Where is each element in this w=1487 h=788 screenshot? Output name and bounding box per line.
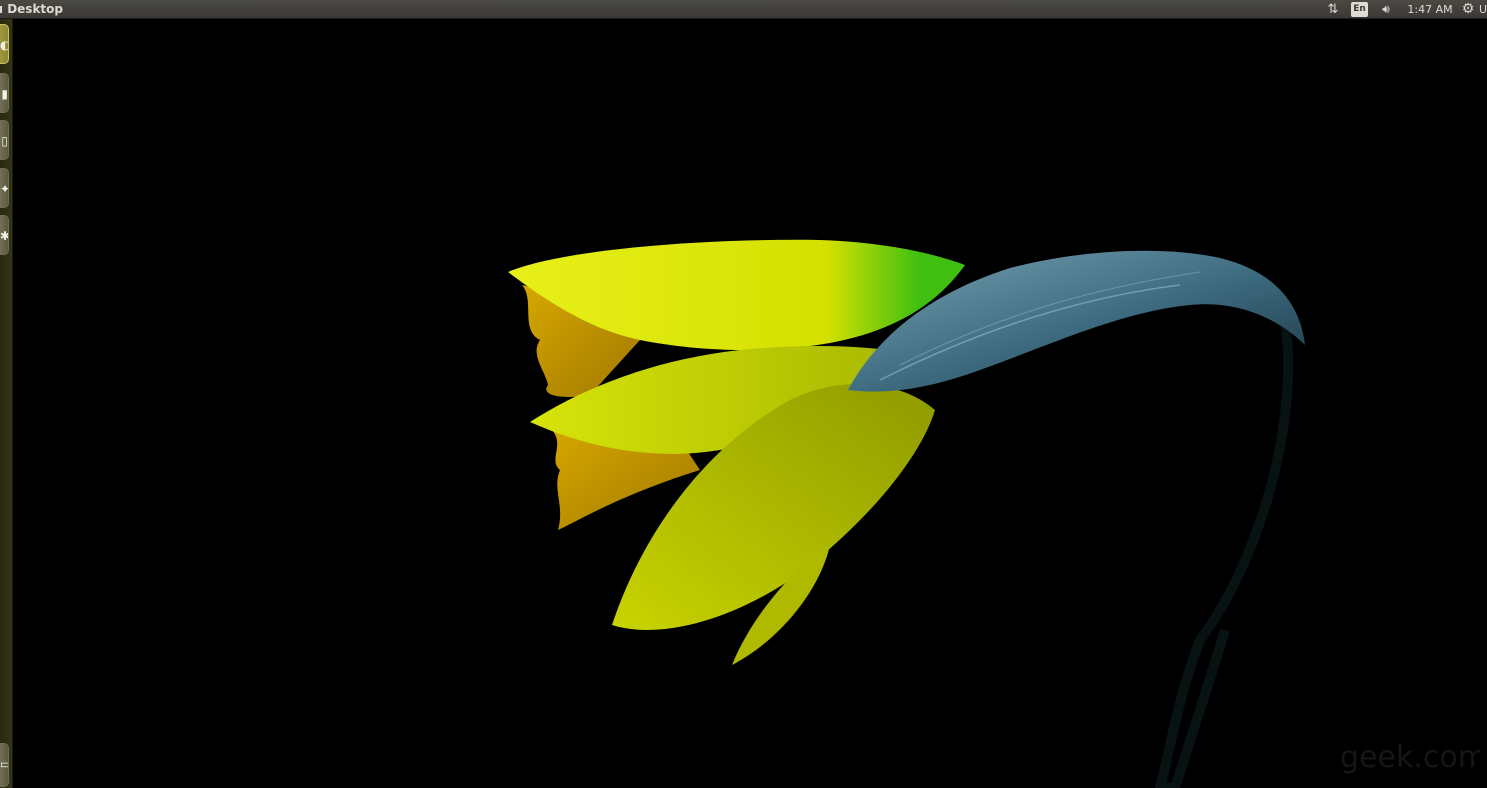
speaker-icon[interactable]: 🔊︎ — [1377, 0, 1395, 19]
gear-icon: ✱ — [0, 229, 8, 243]
launcher: ◐ ▮ ▯ ✦ ✱ ▭ — [0, 19, 13, 788]
launcher-item-files[interactable]: ▮ — [0, 73, 9, 113]
launcher-item-software-center[interactable]: ✦ — [0, 168, 9, 208]
ubuntu-logo-icon: ◐ — [0, 38, 8, 52]
network-updown-icon[interactable]: ⇅ — [1325, 0, 1341, 19]
launcher-item-dash-home[interactable]: ◐ — [0, 24, 9, 64]
top-panel: u Desktop ⇅ En 🔊︎ 1:47 AM ⚙ U — [0, 0, 1487, 19]
wallpaper-watermark: geek.com — [1340, 740, 1480, 775]
active-app-title[interactable]: u Desktop — [0, 2, 63, 17]
keyboard-layout-indicator[interactable]: En — [1351, 2, 1368, 17]
desktop-wallpaper — [13, 19, 1487, 788]
user-indicator[interactable]: U — [1479, 0, 1487, 19]
window-icon: ▯ — [1, 134, 8, 148]
gear-icon[interactable]: ⚙ — [1460, 0, 1476, 19]
launcher-item-system-settings[interactable]: ✱ — [0, 215, 9, 255]
bag-icon: ✦ — [0, 182, 8, 196]
folder-icon: ▮ — [1, 87, 8, 101]
launcher-item-browser[interactable]: ▯ — [0, 120, 9, 160]
desktop-screen: u Desktop ⇅ En 🔊︎ 1:47 AM ⚙ U ◐ ▮ ▯ ✦ ✱ … — [0, 0, 1487, 788]
clock-indicator[interactable]: 1:47 AM — [1406, 0, 1454, 19]
trash-icon: ▭ — [0, 757, 8, 771]
launcher-item-trash[interactable]: ▭ — [0, 743, 9, 787]
